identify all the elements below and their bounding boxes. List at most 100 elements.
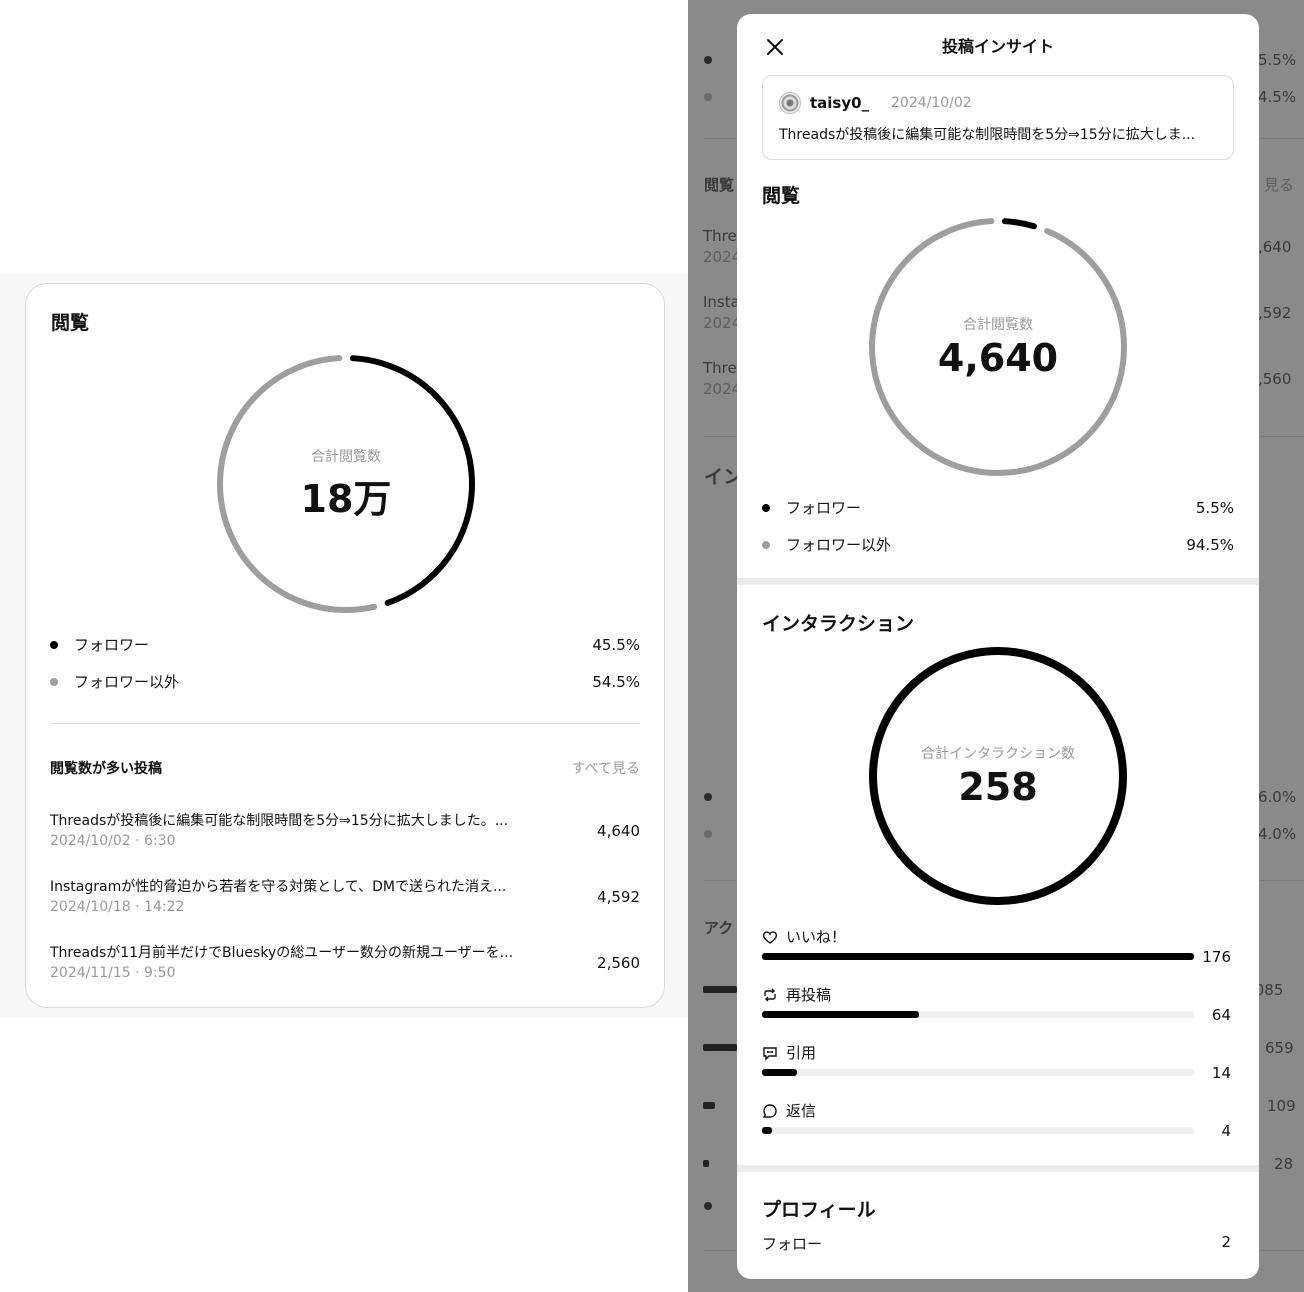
see-all-link[interactable]: すべて見る <box>572 758 640 778</box>
bg-see-all: 見る <box>1264 176 1295 194</box>
action-bar-track <box>762 1127 1194 1134</box>
legend-label: フォロワー以外 <box>74 673 180 691</box>
modal-legend-non-follower: フォロワー以外 94.5% <box>762 534 1234 555</box>
action-value: 14 <box>1211 1064 1231 1082</box>
bg-bar <box>703 1102 715 1109</box>
legend-percent: 54.5% <box>592 672 640 691</box>
bg-legend-dot <box>704 93 712 101</box>
legend-label: フォロワー <box>786 499 862 517</box>
action-label: 返信 <box>786 1102 817 1120</box>
views-donut-center: 合計閲覧数 18万 <box>216 354 476 614</box>
bg-percent: 4.5% <box>1258 88 1297 106</box>
section-separator <box>737 578 1259 585</box>
action-value: 64 <box>1211 1006 1231 1024</box>
legend-label: フォロワー <box>74 636 150 654</box>
views-section-title: 閲覧 <box>762 185 801 207</box>
divider <box>50 723 640 724</box>
modal-views-donut-center: 合計閲覧数 4,640 <box>868 217 1128 477</box>
legend-label: フォロワー以外 <box>786 536 892 554</box>
bg-legend-dot <box>704 1202 712 1210</box>
bg-legend-dot <box>704 793 712 801</box>
action-bar-fill <box>762 1011 920 1018</box>
legend-non-follower: フォロワー以外 54.5% <box>50 671 640 692</box>
post-preview-card[interactable]: taisy0_ 2024/10/02 Threadsが投稿後に編集可能な制限時間… <box>762 75 1234 160</box>
bg-post-value: ,640 <box>1258 238 1292 256</box>
legend-percent: 94.5% <box>1186 535 1234 554</box>
profile-row-value: 2 <box>1221 1233 1231 1251</box>
views-card-title: 閲覧 <box>51 312 90 334</box>
top-posts-title: 閲覧数が多い投稿 <box>50 761 162 777</box>
bg-post-value: ,592 <box>1258 304 1292 322</box>
bg-section-title: 閲覧 <box>704 176 735 194</box>
heart-icon <box>762 930 778 944</box>
profile-section-title: プロフィール <box>762 1199 876 1221</box>
action-value: 4 <box>1221 1122 1231 1140</box>
reply-icon <box>762 1103 777 1118</box>
action-bar-fill <box>762 1069 797 1076</box>
views-total-value: 18万 <box>300 476 392 521</box>
bg-bar <box>703 1160 709 1167</box>
bg-action-value: 109 <box>1267 1097 1296 1115</box>
post-views: 4,640 <box>597 822 640 840</box>
bg-post-title: Insta <box>703 293 740 311</box>
modal-views-total-label: 合計閲覧数 <box>963 317 1033 333</box>
legend-dot-follower <box>50 640 58 649</box>
repost-icon <box>764 988 776 1001</box>
post-date: 2024/10/02 · 6:30 <box>50 833 176 849</box>
post-text: Threadsが投稿後に編集可能な制限時間を5分⇒15分に拡大しま... <box>779 127 1196 143</box>
action-label: 引用 <box>786 1044 817 1062</box>
post-insights-modal: 投稿インサイト taisy0_ 2024/10/02 Threadsが投稿後に編… <box>737 14 1259 1279</box>
post-date: 2024/10/02 <box>891 95 972 111</box>
action-bar-track <box>762 953 1194 960</box>
action-row-likes: いいね！ <box>762 926 846 947</box>
action-row-quotes: 引用 <box>762 1042 816 1063</box>
bg-post-date: 2024 <box>703 380 742 398</box>
action-label: いいね！ <box>786 928 847 946</box>
post-text: Threadsが投稿後に編集可能な制限時間を5分⇒15分に拡大しました。... <box>50 813 509 829</box>
top-post-item[interactable]: Instagramが性的脅迫から若者を守る対策として、DMで送られた消え... … <box>50 876 640 920</box>
profile-row-label: フォロー <box>762 1235 823 1253</box>
views-total-label: 合計閲覧数 <box>311 448 381 465</box>
post-date: 2024/11/15 · 9:50 <box>50 965 176 981</box>
interactions-total-label: 合計インタラクション数 <box>921 746 1075 762</box>
views-card: 閲覧 合計閲覧数 18万 フォロワー 45.5% フォロワー以外 54.5% 閲… <box>25 283 665 1008</box>
bg-legend-dot <box>704 830 712 838</box>
avatar <box>779 92 801 114</box>
action-bar-track <box>762 1069 1194 1076</box>
bg-post-value: ,560 <box>1258 370 1292 388</box>
bg-bar <box>703 986 737 993</box>
modal-views-total-value: 4,640 <box>937 336 1059 380</box>
bg-percent: 5.5% <box>1258 51 1297 69</box>
post-text: Threadsが11月前半だけでBlueskyの総ユーザー数分の新規ユーザーを.… <box>50 945 514 961</box>
action-label: 再投稿 <box>786 986 832 1004</box>
interactions-section-title: インタラクション <box>762 613 915 635</box>
legend-dot-non-follower <box>762 540 770 549</box>
legend-percent: 45.5% <box>592 635 640 654</box>
legend-percent: 5.5% <box>1195 498 1234 517</box>
post-views: 2,560 <box>597 954 640 972</box>
bg-action-value: 659 <box>1265 1039 1294 1057</box>
action-bar-fill <box>762 1127 772 1134</box>
section-separator <box>737 1165 1259 1172</box>
post-date: 2024/10/18 · 14:22 <box>50 899 185 915</box>
modal-legend-follower: フォロワー 5.5% <box>762 497 1234 518</box>
action-bar-fill <box>762 953 1194 960</box>
interactions-total-value: 258 <box>958 765 1038 809</box>
bg-section-title: アク <box>704 919 734 937</box>
action-row-replies: 返信 <box>762 1100 816 1121</box>
post-text: Instagramが性的脅迫から若者を守る対策として、DMで送られた消え... <box>50 879 507 895</box>
profile-row-follow: フォロー 2 <box>762 1233 1231 1254</box>
bg-post-date: 2024 <box>703 248 742 266</box>
bg-post-date: 2024 <box>703 314 742 332</box>
action-row-reposts: 再投稿 <box>762 984 831 1005</box>
action-bar-track <box>762 1011 1194 1018</box>
legend-dot-follower <box>762 503 770 512</box>
bg-action-value: 28 <box>1274 1155 1294 1173</box>
bg-percent: 6.0% <box>1258 788 1297 806</box>
top-post-item[interactable]: Threadsが11月前半だけでBlueskyの総ユーザー数分の新規ユーザーを.… <box>50 942 640 986</box>
modal-title: 投稿インサイト <box>941 37 1054 56</box>
top-post-item[interactable]: Threadsが投稿後に編集可能な制限時間を5分⇒15分に拡大しました。... … <box>50 810 640 854</box>
bg-legend-dot <box>704 56 712 64</box>
interactions-ring-center: 合計インタラクション数 258 <box>868 646 1128 906</box>
legend-follower: フォロワー 45.5% <box>50 634 640 655</box>
